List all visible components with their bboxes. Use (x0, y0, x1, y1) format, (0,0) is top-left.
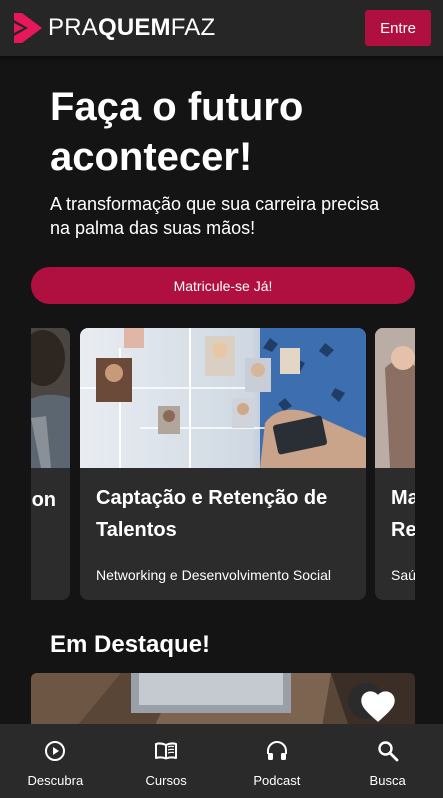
nav-item-cursos[interactable]: Cursos (111, 724, 222, 798)
app-header: PRAQUEMFAZ Entre (0, 0, 443, 56)
logo[interactable]: PRAQUEMFAZ (14, 13, 215, 43)
course-card[interactable]: Captação e Retenção de Talentos Networki… (80, 328, 366, 600)
headphones-icon (266, 741, 287, 760)
nav-item-busca[interactable]: Busca (332, 724, 443, 798)
book-open-icon (155, 742, 178, 760)
course-thumbnail (375, 328, 415, 468)
enroll-button[interactable]: Matricule-se Já! (31, 267, 415, 304)
hero-subtitle: A transformação que sua carreira precisa… (50, 194, 380, 238)
nav-item-descubra[interactable]: Descubra (0, 724, 111, 798)
course-category: Networking e Desenvolvimento Social (96, 567, 331, 583)
courses-carousel[interactable]: on Captação e Retenção de Talentos Netwo… (31, 328, 415, 600)
featured-section-title: Em Destaque! (50, 631, 211, 658)
course-title: Ma Re (391, 487, 415, 541)
heart-icon[interactable] (361, 691, 395, 723)
praquemfaz-logo-icon (14, 13, 42, 43)
course-title: Captação e Retenção de Talentos (96, 487, 328, 541)
course-thumbnail (31, 328, 70, 468)
hero-title: Faça o futuro acontecer! (50, 85, 304, 179)
nav-label: Busca (369, 773, 406, 788)
search-icon (377, 741, 399, 762)
logo-wordmark: PRAQUEMFAZ (48, 14, 216, 41)
nav-label: Cursos (145, 773, 187, 788)
course-card[interactable]: Ma Re Saú (375, 328, 415, 600)
course-title: on (31, 489, 56, 511)
course-thumbnail (80, 328, 366, 468)
login-button[interactable]: Entre (365, 10, 431, 46)
course-card[interactable]: on (31, 328, 70, 600)
play-circle-icon (45, 741, 66, 761)
nav-label: Podcast (253, 773, 301, 788)
nav-item-podcast[interactable]: Podcast (222, 724, 333, 798)
bottom-navigation: Descubra Cursos Podcast Busca (0, 724, 443, 798)
nav-label: Descubra (27, 773, 84, 788)
course-category: Saú (391, 567, 415, 583)
